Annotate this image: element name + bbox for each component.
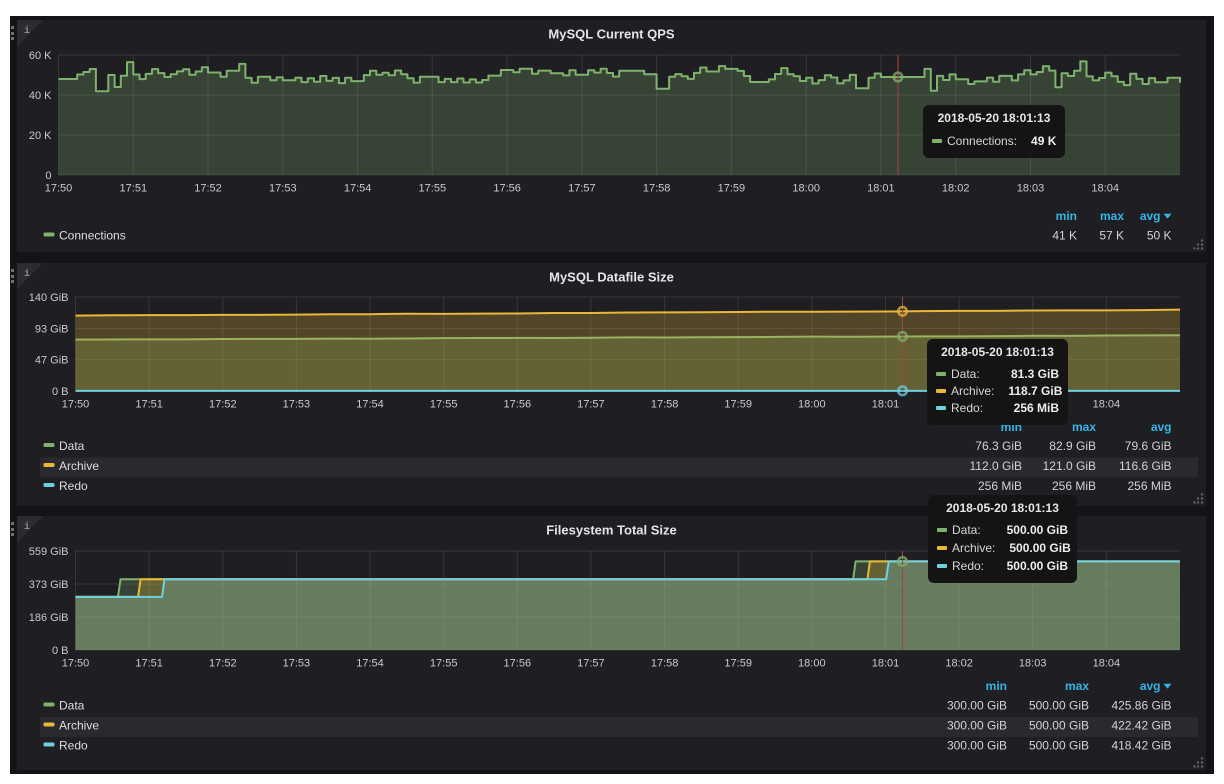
svg-text:18:00: 18:00 [798,398,826,410]
svg-text:min: min [1056,209,1077,223]
svg-text:256 MiB: 256 MiB [1127,479,1171,493]
svg-text:18:02: 18:02 [945,658,973,670]
svg-text:17:56: 17:56 [493,183,521,195]
svg-text:avg: avg [1140,679,1161,693]
svg-text:17:54: 17:54 [356,658,384,670]
svg-text:17:59: 17:59 [724,398,752,410]
svg-text:17:55: 17:55 [419,183,447,195]
svg-text:17:53: 17:53 [283,398,311,410]
svg-text:18:01: 18:01 [872,398,900,410]
svg-text:17:51: 17:51 [135,398,163,410]
svg-text:140 GiB: 140 GiB [29,292,69,304]
svg-text:18:04: 18:04 [1091,183,1119,195]
svg-text:MySQL Datafile Size: MySQL Datafile Size [549,270,674,285]
svg-text:MySQL Current QPS: MySQL Current QPS [548,27,675,42]
svg-text:256 MiB: 256 MiB [1052,479,1096,493]
svg-text:i: i [24,521,30,533]
svg-text:17:51: 17:51 [120,183,148,195]
svg-text:425.86 GiB: 425.86 GiB [1111,699,1171,713]
svg-text:avg: avg [1140,209,1161,223]
svg-text:18:01: 18:01 [872,658,900,670]
svg-text:18:00: 18:00 [798,658,826,670]
svg-text:500.00 GiB: 500.00 GiB [1029,699,1089,713]
svg-text:Redo: Redo [59,479,88,493]
svg-text:500.00 GiB: 500.00 GiB [1029,719,1089,733]
svg-text:17:58: 17:58 [651,398,679,410]
svg-text:93 GiB: 93 GiB [35,323,69,335]
svg-text:300.00 GiB: 300.00 GiB [947,739,1007,753]
svg-text:Data: Data [59,439,85,453]
svg-text:500.00 GiB: 500.00 GiB [1029,739,1089,753]
svg-text:60 K: 60 K [29,50,52,62]
svg-text:17:54: 17:54 [344,183,372,195]
svg-text:18:00: 18:00 [792,183,820,195]
svg-text:300.00 GiB: 300.00 GiB [947,699,1007,713]
svg-text:18:03: 18:03 [1019,658,1047,670]
svg-text:17:52: 17:52 [209,398,237,410]
svg-text:0: 0 [45,170,51,182]
svg-text:max: max [1072,420,1096,434]
svg-text:17:58: 17:58 [643,183,671,195]
svg-text:max: max [1065,679,1089,693]
svg-text:79.6 GiB: 79.6 GiB [1125,439,1172,453]
svg-text:17:57: 17:57 [577,398,605,410]
svg-text:17:59: 17:59 [724,658,752,670]
svg-text:17:53: 17:53 [269,183,297,195]
svg-text:20 K: 20 K [29,130,52,142]
svg-text:i: i [24,25,30,37]
svg-text:18:04: 18:04 [1093,398,1121,410]
svg-text:300.00 GiB: 300.00 GiB [947,719,1007,733]
svg-text:0 B: 0 B [52,645,69,657]
svg-text:17:58: 17:58 [651,658,679,670]
svg-text:418.42 GiB: 418.42 GiB [1111,739,1171,753]
svg-text:min: min [986,679,1007,693]
svg-text:76.3 GiB: 76.3 GiB [975,439,1022,453]
svg-text:17:52: 17:52 [194,183,222,195]
svg-text:17:52: 17:52 [209,658,237,670]
svg-text:112.0 GiB: 112.0 GiB [970,459,1022,473]
svg-text:559 GiB: 559 GiB [29,546,69,558]
svg-text:47 GiB: 47 GiB [35,355,69,367]
svg-text:17:50: 17:50 [62,658,90,670]
svg-text:50 K: 50 K [1147,229,1172,243]
svg-text:Connections: Connections [59,229,126,243]
svg-text:17:56: 17:56 [504,398,532,410]
svg-text:17:50: 17:50 [45,183,73,195]
svg-text:avg: avg [1151,420,1172,434]
svg-text:0 B: 0 B [52,386,69,398]
svg-text:40 K: 40 K [29,90,52,102]
svg-text:Archive: Archive [59,719,99,733]
svg-text:82.9 GiB: 82.9 GiB [1049,439,1096,453]
svg-text:17:57: 17:57 [577,658,605,670]
svg-text:17:56: 17:56 [504,658,532,670]
svg-text:max: max [1100,209,1124,223]
svg-text:17:50: 17:50 [62,398,90,410]
svg-text:17:57: 17:57 [568,183,596,195]
svg-text:373 GiB: 373 GiB [29,579,69,591]
svg-text:422.42 GiB: 422.42 GiB [1111,719,1171,733]
svg-text:18:04: 18:04 [1093,658,1121,670]
svg-text:18:01: 18:01 [867,183,895,195]
svg-text:121.0 GiB: 121.0 GiB [1043,459,1096,473]
svg-text:17:51: 17:51 [135,658,163,670]
svg-text:17:55: 17:55 [430,658,458,670]
svg-text:Data: Data [59,699,85,713]
svg-text:57 K: 57 K [1099,229,1124,243]
svg-text:17:59: 17:59 [718,183,746,195]
svg-text:41 K: 41 K [1052,229,1077,243]
svg-text:Archive: Archive [59,459,99,473]
svg-text:17:53: 17:53 [283,658,311,670]
svg-text:186 GiB: 186 GiB [29,612,69,624]
svg-text:18:02: 18:02 [942,183,970,195]
svg-text:Filesystem Total Size: Filesystem Total Size [546,523,677,538]
svg-text:i: i [24,268,30,280]
svg-text:18:03: 18:03 [1017,183,1045,195]
svg-text:Redo: Redo [59,739,88,753]
svg-text:116.6 GiB: 116.6 GiB [1119,459,1171,473]
svg-text:17:55: 17:55 [430,398,458,410]
svg-text:17:54: 17:54 [356,398,384,410]
svg-text:256 MiB: 256 MiB [978,479,1022,493]
